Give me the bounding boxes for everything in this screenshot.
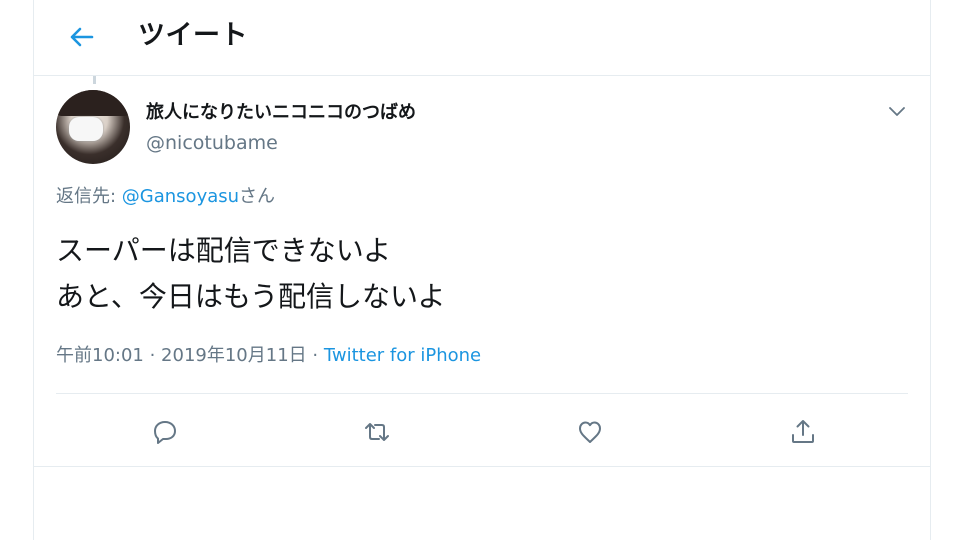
- reply-context: 返信先: @Gansoyasuさん: [56, 184, 275, 210]
- retweet-icon: [365, 423, 389, 441]
- share-button[interactable]: [785, 414, 821, 450]
- reply-button[interactable]: [147, 414, 183, 450]
- display-name[interactable]: 旅人になりたいニコニコのつばめ: [146, 101, 416, 125]
- avatar-hair: [56, 90, 130, 116]
- avatar[interactable]: [56, 90, 130, 164]
- tweet-text-line: あと、今日はもう配信しないよ: [56, 280, 446, 313]
- reply-prefix: 返信先:: [56, 186, 122, 207]
- meta-separator: ·: [143, 345, 162, 366]
- tweet-bottom-border: [34, 466, 930, 467]
- divider: [56, 393, 908, 394]
- more-options-button[interactable]: [886, 100, 908, 122]
- tweet-metadata: 午前10:01 · 2019年10月11日 · Twitter for iPho…: [56, 343, 481, 369]
- arrow-left-icon: [70, 27, 94, 47]
- username[interactable]: @nicotubame: [146, 130, 278, 156]
- tweet-text: スーパーは配信できないよ あと、今日はもう配信しないよ: [56, 228, 445, 320]
- tweet-text-line: スーパーは配信できないよ: [56, 234, 392, 267]
- thread-connector: [93, 76, 96, 84]
- share-icon: [792, 420, 814, 443]
- tweet-column: ツイート 旅人になりたいニコニコのつばめ @nicotubame 返信先: @G…: [33, 0, 931, 540]
- tweet-time[interactable]: 午前10:01: [56, 345, 144, 366]
- retweet-button[interactable]: [359, 414, 395, 450]
- tweet-source-link[interactable]: Twitter for iPhone: [324, 345, 481, 366]
- chevron-down-icon: [889, 107, 905, 116]
- reply-icon: [154, 421, 176, 444]
- like-button[interactable]: [572, 414, 608, 450]
- back-button[interactable]: [64, 20, 98, 54]
- heart-icon: [579, 421, 601, 443]
- meta-separator: ·: [306, 345, 324, 366]
- tweet-date[interactable]: 2019年10月11日: [161, 345, 307, 366]
- page-header: ツイート: [34, 0, 930, 76]
- action-bar: [34, 408, 930, 456]
- avatar-mask: [69, 117, 103, 141]
- reply-suffix: さん: [239, 186, 276, 207]
- reply-mention-link[interactable]: @Gansoyasu: [122, 186, 239, 207]
- page-title: ツイート: [138, 20, 248, 51]
